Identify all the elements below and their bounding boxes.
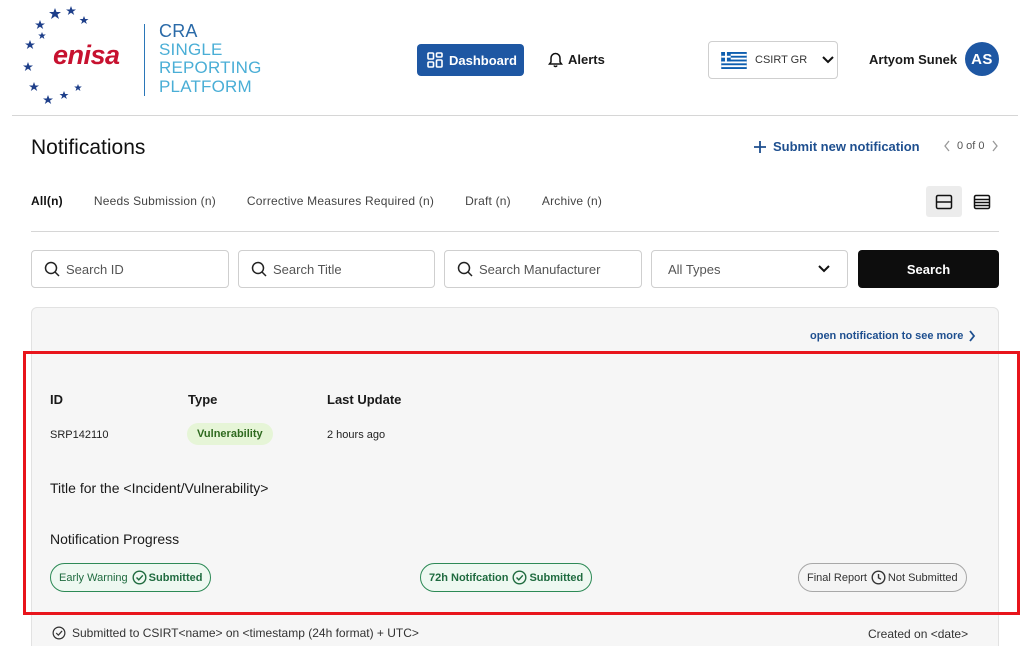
- card-view-icon: [935, 194, 953, 209]
- type-select-value: All Types: [668, 261, 721, 277]
- dashboard-grid-icon: [427, 52, 443, 68]
- open-notification-link[interactable]: open notification to see more: [810, 330, 976, 342]
- chevron-down-icon: [822, 56, 834, 64]
- submitted-info: Submitted to CSIRT<name> on <timestamp (…: [52, 626, 419, 640]
- tab-all[interactable]: All(n): [31, 194, 63, 208]
- search-id-input[interactable]: [66, 261, 206, 277]
- tabs-divider: [31, 231, 999, 232]
- highlight-box: [23, 351, 1020, 615]
- platform-line-1: CRA: [159, 21, 198, 41]
- page-title: Notifications: [31, 136, 146, 159]
- chevron-right-icon[interactable]: [991, 140, 999, 152]
- card-view-button[interactable]: [926, 186, 962, 217]
- search-icon: [251, 261, 267, 277]
- dashboard-button[interactable]: Dashboard: [417, 44, 524, 76]
- search-title-input[interactable]: [273, 261, 413, 277]
- search-id-field[interactable]: [31, 250, 229, 288]
- notification-tabs: All(n) Needs Submission (n) Corrective M…: [31, 194, 633, 208]
- header-divider: [12, 115, 1018, 116]
- app-header: enisa CRA SINGLE REPORTING PLATFORM Dash…: [0, 0, 1036, 116]
- dashboard-label: Dashboard: [449, 52, 517, 68]
- pager-text: 0 of 0: [957, 140, 985, 152]
- alerts-button[interactable]: Alerts: [547, 50, 605, 68]
- tab-draft[interactable]: Draft (n): [465, 194, 511, 208]
- greece-flag-icon: [721, 51, 747, 69]
- created-date: Created on <date>: [868, 627, 969, 641]
- chevron-down-icon: [818, 265, 830, 273]
- chevron-right-icon: [969, 330, 976, 342]
- search-manufacturer-field[interactable]: [444, 250, 642, 288]
- tab-corrective-measures[interactable]: Corrective Measures Required (n): [247, 194, 434, 208]
- list-view-icon: [973, 194, 991, 209]
- search-icon: [44, 261, 60, 277]
- search-icon: [457, 261, 473, 277]
- bell-icon: [548, 52, 563, 68]
- alerts-label: Alerts: [568, 51, 605, 67]
- open-notification-label: open notification to see more: [810, 330, 964, 342]
- platform-name: CRA SINGLE REPORTING PLATFORM: [159, 22, 262, 96]
- pagination: 0 of 0: [943, 140, 999, 152]
- list-view-button[interactable]: [966, 186, 998, 217]
- avatar[interactable]: AS: [965, 42, 999, 76]
- submit-new-label: Submit new notification: [773, 139, 920, 154]
- enisa-logo: enisa: [53, 40, 120, 70]
- country-selector[interactable]: CSIRT GR: [708, 41, 838, 79]
- logo-divider: [144, 24, 145, 96]
- search-title-field[interactable]: [238, 250, 435, 288]
- chevron-left-icon[interactable]: [943, 140, 951, 152]
- platform-line-4: PLATFORM: [159, 76, 252, 96]
- plus-icon: [754, 140, 766, 153]
- user-name: Artyom Sunek: [869, 52, 958, 67]
- platform-line-2: SINGLE: [159, 39, 223, 59]
- tab-archive[interactable]: Archive (n): [542, 194, 602, 208]
- search-button[interactable]: Search: [858, 250, 999, 288]
- submit-new-notification-button[interactable]: Submit new notification: [753, 139, 920, 154]
- submitted-text: Submitted to CSIRT<name> on <timestamp (…: [72, 626, 419, 640]
- platform-line-3: REPORTING: [159, 58, 262, 77]
- country-label: CSIRT GR: [755, 54, 808, 66]
- check-circle-icon: [52, 626, 66, 640]
- search-manufacturer-input[interactable]: [479, 261, 639, 277]
- type-select[interactable]: All Types: [651, 250, 848, 288]
- tab-needs-submission[interactable]: Needs Submission (n): [94, 194, 216, 208]
